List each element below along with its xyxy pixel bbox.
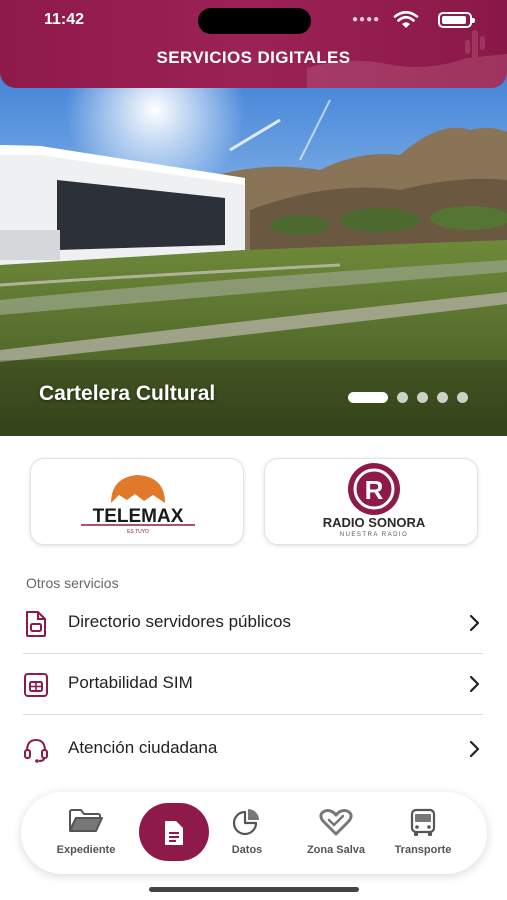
heart-icon [319, 809, 353, 836]
app-header: 11:42 ●●●● SERVICIOS DIGITALES [0, 0, 507, 88]
nav-label: Datos [231, 844, 263, 856]
nav-item-expediente[interactable]: Expediente [41, 792, 131, 874]
service-row-atencion-ciudadana[interactable]: Atención ciudadana [23, 720, 483, 780]
page-title: SERVICIOS DIGITALES [156, 48, 351, 67]
status-time: 11:42 [44, 11, 85, 28]
service-row-directorio[interactable]: Directorio servidores públicos [23, 594, 483, 654]
radio-sonora-logo: R RADIO SONORA NUESTRA RADIO [323, 463, 426, 538]
document-icon [26, 611, 46, 637]
nav-item-transporte[interactable]: Transporte [378, 792, 468, 874]
telemax-logo: TELEMAX ES TUYO [81, 475, 195, 535]
sim-card-icon [24, 673, 48, 697]
pager-dot[interactable] [417, 392, 428, 403]
folder-icon [69, 809, 103, 832]
document-icon [165, 821, 183, 845]
section-label-otros-servicios: Otros servicios [26, 575, 119, 591]
telemax-tagline: ES TUYO [127, 529, 149, 535]
dynamic-island [198, 8, 311, 34]
headset-icon [24, 738, 48, 763]
hero-carousel[interactable]: Cartelera Cultural [0, 60, 507, 436]
carousel-pager[interactable] [348, 392, 468, 403]
bottom-nav: Expediente Datos Zona Salva Transporte [21, 792, 487, 874]
chevron-right-icon [469, 675, 480, 693]
nav-label: Expediente [56, 844, 116, 856]
radio-sonora-wordmark: RADIO SONORA [323, 515, 426, 530]
pager-dot-active[interactable] [348, 392, 388, 403]
radio-monogram: R [365, 475, 384, 505]
cellular-signal-icon: ●●●● [352, 14, 381, 25]
nav-item-documentos-active[interactable] [139, 803, 209, 861]
chevron-right-icon [469, 614, 480, 632]
nav-item-datos[interactable]: Datos [202, 792, 292, 874]
hero-caption: Cartelera Cultural [39, 382, 216, 405]
nav-item-zona-salva[interactable]: Zona Salva [291, 792, 381, 874]
service-row-portabilidad-sim[interactable]: Portabilidad SIM [23, 655, 483, 715]
telemax-wordmark: TELEMAX [93, 506, 184, 527]
pie-chart-icon [232, 809, 259, 836]
radio-sonora-card[interactable]: R RADIO SONORA NUESTRA RADIO [264, 458, 478, 545]
home-indicator[interactable] [149, 887, 359, 892]
wifi-icon [393, 11, 419, 28]
service-label: Directorio servidores públicos [68, 612, 291, 631]
pager-dot[interactable] [437, 392, 448, 403]
pager-dot[interactable] [397, 392, 408, 403]
service-label: Atención ciudadana [68, 738, 218, 757]
radio-sonora-tagline: NUESTRA RADIO [340, 532, 409, 538]
telemax-card[interactable]: TELEMAX ES TUYO [30, 458, 244, 545]
nav-label: Zona Salva [306, 844, 366, 856]
nav-label: Transporte [394, 844, 452, 856]
chevron-right-icon [469, 740, 480, 758]
pager-dot[interactable] [457, 392, 468, 403]
service-label: Portabilidad SIM [68, 673, 193, 692]
status-bar: 11:42 ●●●● [0, 0, 507, 40]
bus-icon [410, 808, 436, 836]
hero-image [0, 60, 507, 436]
battery-icon [438, 12, 475, 28]
